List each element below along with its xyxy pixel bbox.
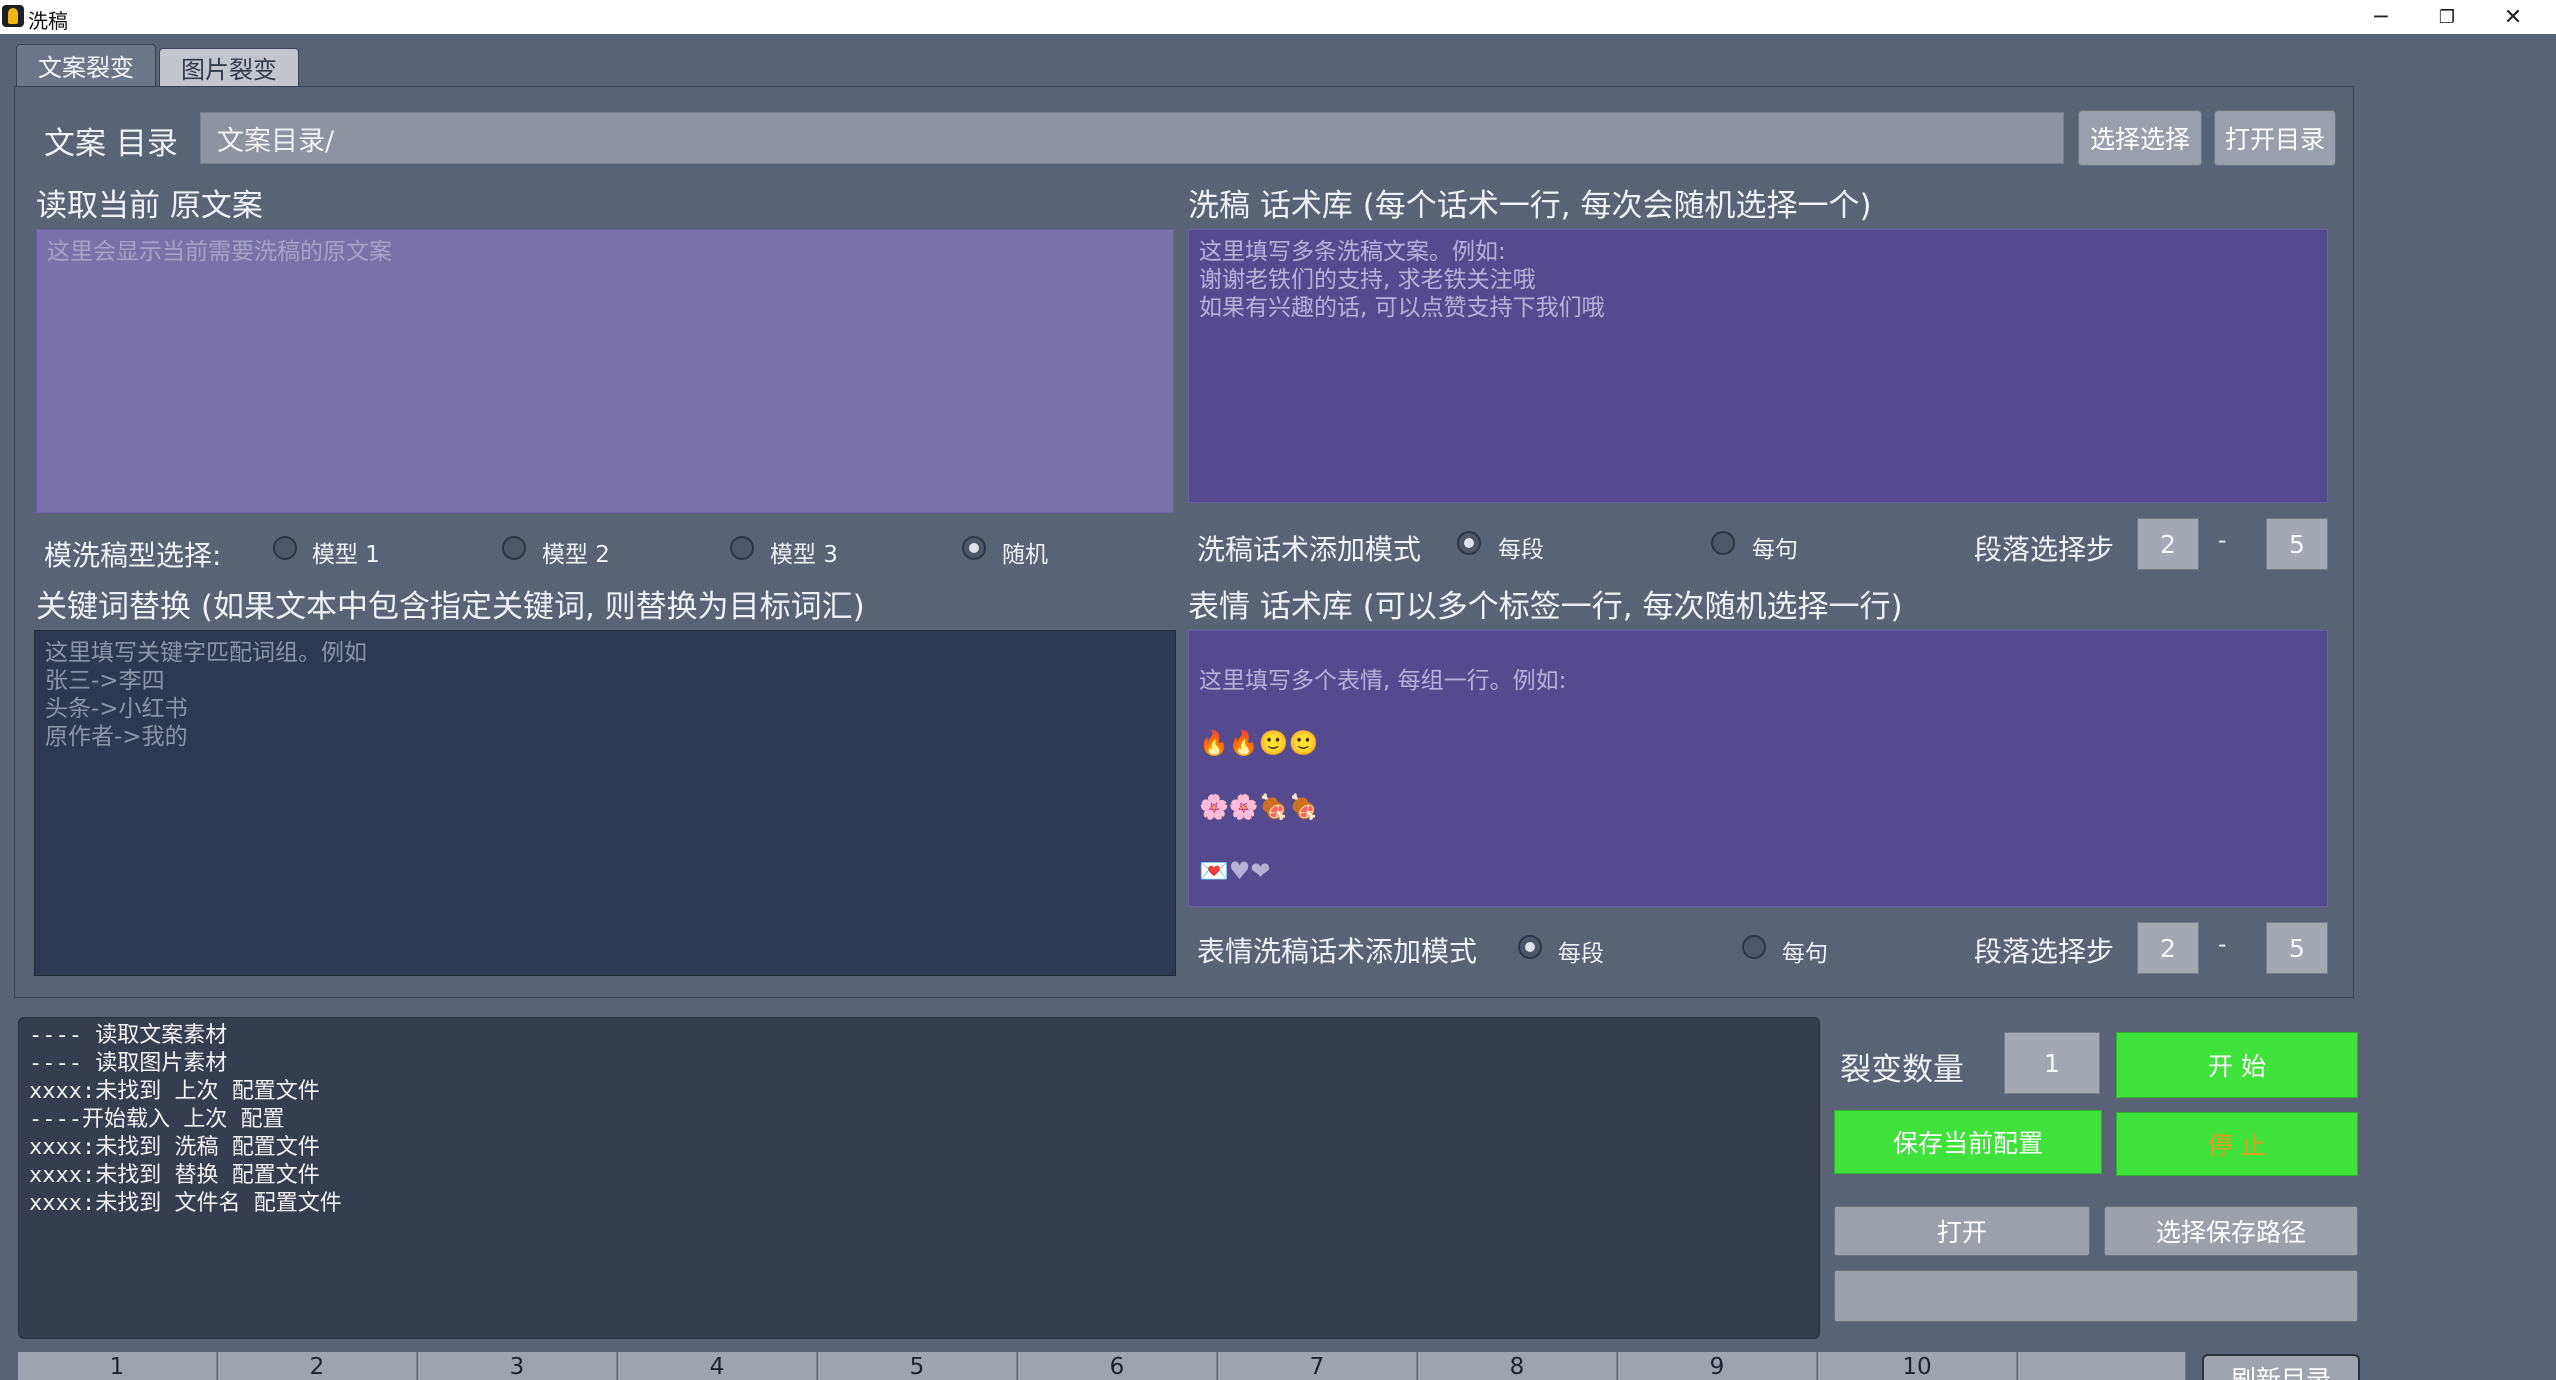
tab-copy-fission[interactable]: 文案裂变 bbox=[16, 44, 156, 86]
log-line: xxxx:未找到 洗稿 配置文件 bbox=[29, 1135, 320, 1160]
bottom-tab-8[interactable]: 8 bbox=[1418, 1352, 1617, 1380]
emoji-row-1: 🔥🔥🙂🙂 bbox=[1199, 729, 1319, 757]
copy-dir-input[interactable]: 文案目录/ bbox=[200, 112, 2064, 164]
save-config-button[interactable]: 保存当前配置 bbox=[1834, 1110, 2102, 1174]
keyword-textarea[interactable]: 这里填写关键字匹配词组。例如 张三->李四 头条->小红书 原作者->我的 bbox=[34, 630, 1176, 976]
open-button[interactable]: 打开 bbox=[1834, 1206, 2090, 1256]
model-1-label: 模型 1 bbox=[312, 542, 380, 568]
wash-mode-label: 洗稿话术添加模式 bbox=[1197, 533, 1422, 566]
copy-dir-label: 文案 目录 bbox=[44, 126, 178, 162]
bottom-tab-3[interactable]: 3 bbox=[418, 1352, 617, 1380]
emoji-mode-per-paragraph-label: 每段 bbox=[1558, 941, 1604, 967]
select-dir-button[interactable]: 选择选择 bbox=[2078, 110, 2202, 166]
wash-mode-per-sentence-label: 每句 bbox=[1752, 537, 1798, 563]
original-heading: 读取当前 原文案 bbox=[36, 188, 263, 224]
wash-step-dash: - bbox=[2218, 528, 2227, 554]
model-3-radio[interactable] bbox=[730, 536, 754, 560]
bottom-tab-2[interactable]: 2 bbox=[218, 1352, 417, 1380]
model-2-label: 模型 2 bbox=[542, 542, 610, 568]
emoji-step-dash: - bbox=[2218, 932, 2227, 958]
wash-library-textarea[interactable]: 这里填写多条洗稿文案。例如: 谢谢老铁们的支持, 求老铁关注哦 如果有兴趣的话,… bbox=[1188, 229, 2328, 503]
log-line: ----开始载入 上次 配置 bbox=[29, 1107, 285, 1132]
emoji-step-label: 段落选择步 bbox=[1974, 935, 2115, 968]
wash-mode-per-paragraph-label: 每段 bbox=[1498, 537, 1544, 563]
log-line: xxxx:未找到 文件名 配置文件 bbox=[29, 1191, 342, 1216]
bottom-tab-10[interactable]: 10 bbox=[1818, 1352, 2017, 1380]
emoji-row-2: 🌸🌸🍖🍖 bbox=[1199, 793, 1319, 821]
emoji-step-from-input[interactable]: 2 bbox=[2137, 922, 2199, 974]
emoji-library-heading: 表情 话术库 (可以多个标签一行, 每次随机选择一行) bbox=[1188, 589, 1903, 625]
wash-mode-per-sentence-radio[interactable] bbox=[1711, 531, 1735, 555]
emoji-mode-label: 表情洗稿话术添加模式 bbox=[1197, 935, 1478, 968]
model-random-label: 随机 bbox=[1002, 542, 1048, 568]
log-line: xxxx:未找到 上次 配置文件 bbox=[29, 1079, 320, 1104]
log-line: ---- 读取文案素材 bbox=[29, 1023, 228, 1048]
refresh-dir-button[interactable]: 刷新目录 bbox=[2202, 1354, 2360, 1380]
select-save-path-button[interactable]: 选择保存路径 bbox=[2104, 1206, 2358, 1256]
window-title: 洗稿 bbox=[28, 9, 68, 33]
emoji-library-textarea[interactable]: 这里填写多个表情, 每组一行。例如: 🔥🔥🙂🙂 🌸🌸🍖🍖 💌♥❤ bbox=[1188, 630, 2328, 907]
emoji-mode-per-sentence-radio[interactable] bbox=[1742, 935, 1766, 959]
wash-library-heading: 洗稿 话术库 (每个话术一行, 每次会随机选择一个) bbox=[1188, 188, 1872, 224]
open-dir-button[interactable]: 打开目录 bbox=[2214, 110, 2336, 166]
model-3-label: 模型 3 bbox=[770, 542, 838, 568]
model-random-radio[interactable] bbox=[962, 536, 986, 560]
close-icon[interactable]: ✕ bbox=[2480, 0, 2546, 34]
bottom-tab-7[interactable]: 7 bbox=[1218, 1352, 1417, 1380]
stop-button[interactable]: 停 止 bbox=[2116, 1112, 2358, 1176]
tab-image-fission[interactable]: 图片裂变 bbox=[159, 48, 299, 86]
count-input[interactable]: 1 bbox=[2004, 1032, 2100, 1094]
restore-icon[interactable]: ❐ bbox=[2414, 0, 2480, 34]
emoji-row-3: 💌♥❤ bbox=[1199, 857, 1271, 885]
bottom-tab-4[interactable]: 4 bbox=[618, 1352, 817, 1380]
bottom-tab-filler bbox=[2018, 1352, 2186, 1380]
model-select-label: 模洗稿型选择: bbox=[44, 539, 222, 572]
count-label: 裂变数量 bbox=[1840, 1052, 1964, 1088]
model-1-radio[interactable] bbox=[273, 536, 297, 560]
start-button[interactable]: 开 始 bbox=[2116, 1032, 2358, 1098]
bottom-tab-5[interactable]: 5 bbox=[818, 1352, 1017, 1380]
wash-mode-per-paragraph-radio[interactable] bbox=[1457, 531, 1481, 555]
emoji-mode-per-sentence-label: 每句 bbox=[1782, 941, 1828, 967]
bottom-tab-1[interactable]: 1 bbox=[18, 1352, 217, 1380]
minimize-icon[interactable]: ─ bbox=[2348, 0, 2414, 34]
save-path-input[interactable] bbox=[1834, 1270, 2358, 1322]
bottom-tab-6[interactable]: 6 bbox=[1018, 1352, 1217, 1380]
wash-step-from-input[interactable]: 2 bbox=[2137, 518, 2199, 570]
app-icon bbox=[2, 5, 24, 27]
emoji-mode-per-paragraph-radio[interactable] bbox=[1518, 935, 1542, 959]
log-line: ---- 读取图片素材 bbox=[29, 1051, 228, 1076]
emoji-step-to-input[interactable]: 5 bbox=[2266, 922, 2328, 974]
bottom-tab-9[interactable]: 9 bbox=[1618, 1352, 1817, 1380]
wash-step-label: 段落选择步 bbox=[1974, 533, 2115, 566]
model-2-radio[interactable] bbox=[502, 536, 526, 560]
log-line: xxxx:未找到 替换 配置文件 bbox=[29, 1163, 320, 1188]
emoji-placeholder-line: 这里填写多个表情, 每组一行。例如: bbox=[1199, 668, 1567, 694]
keyword-heading: 关键词替换 (如果文本中包含指定关键词, 则替换为目标词汇) bbox=[36, 589, 865, 625]
original-textarea[interactable]: 这里会显示当前需要洗稿的原文案 bbox=[36, 229, 1174, 513]
log-panel[interactable]: ---- 读取文案素材 ---- 读取图片素材 xxxx:未找到 上次 配置文件… bbox=[18, 1017, 1820, 1339]
wash-step-to-input[interactable]: 5 bbox=[2266, 518, 2328, 570]
title-bar: 洗稿 ─ ❐ ✕ bbox=[0, 0, 2556, 34]
